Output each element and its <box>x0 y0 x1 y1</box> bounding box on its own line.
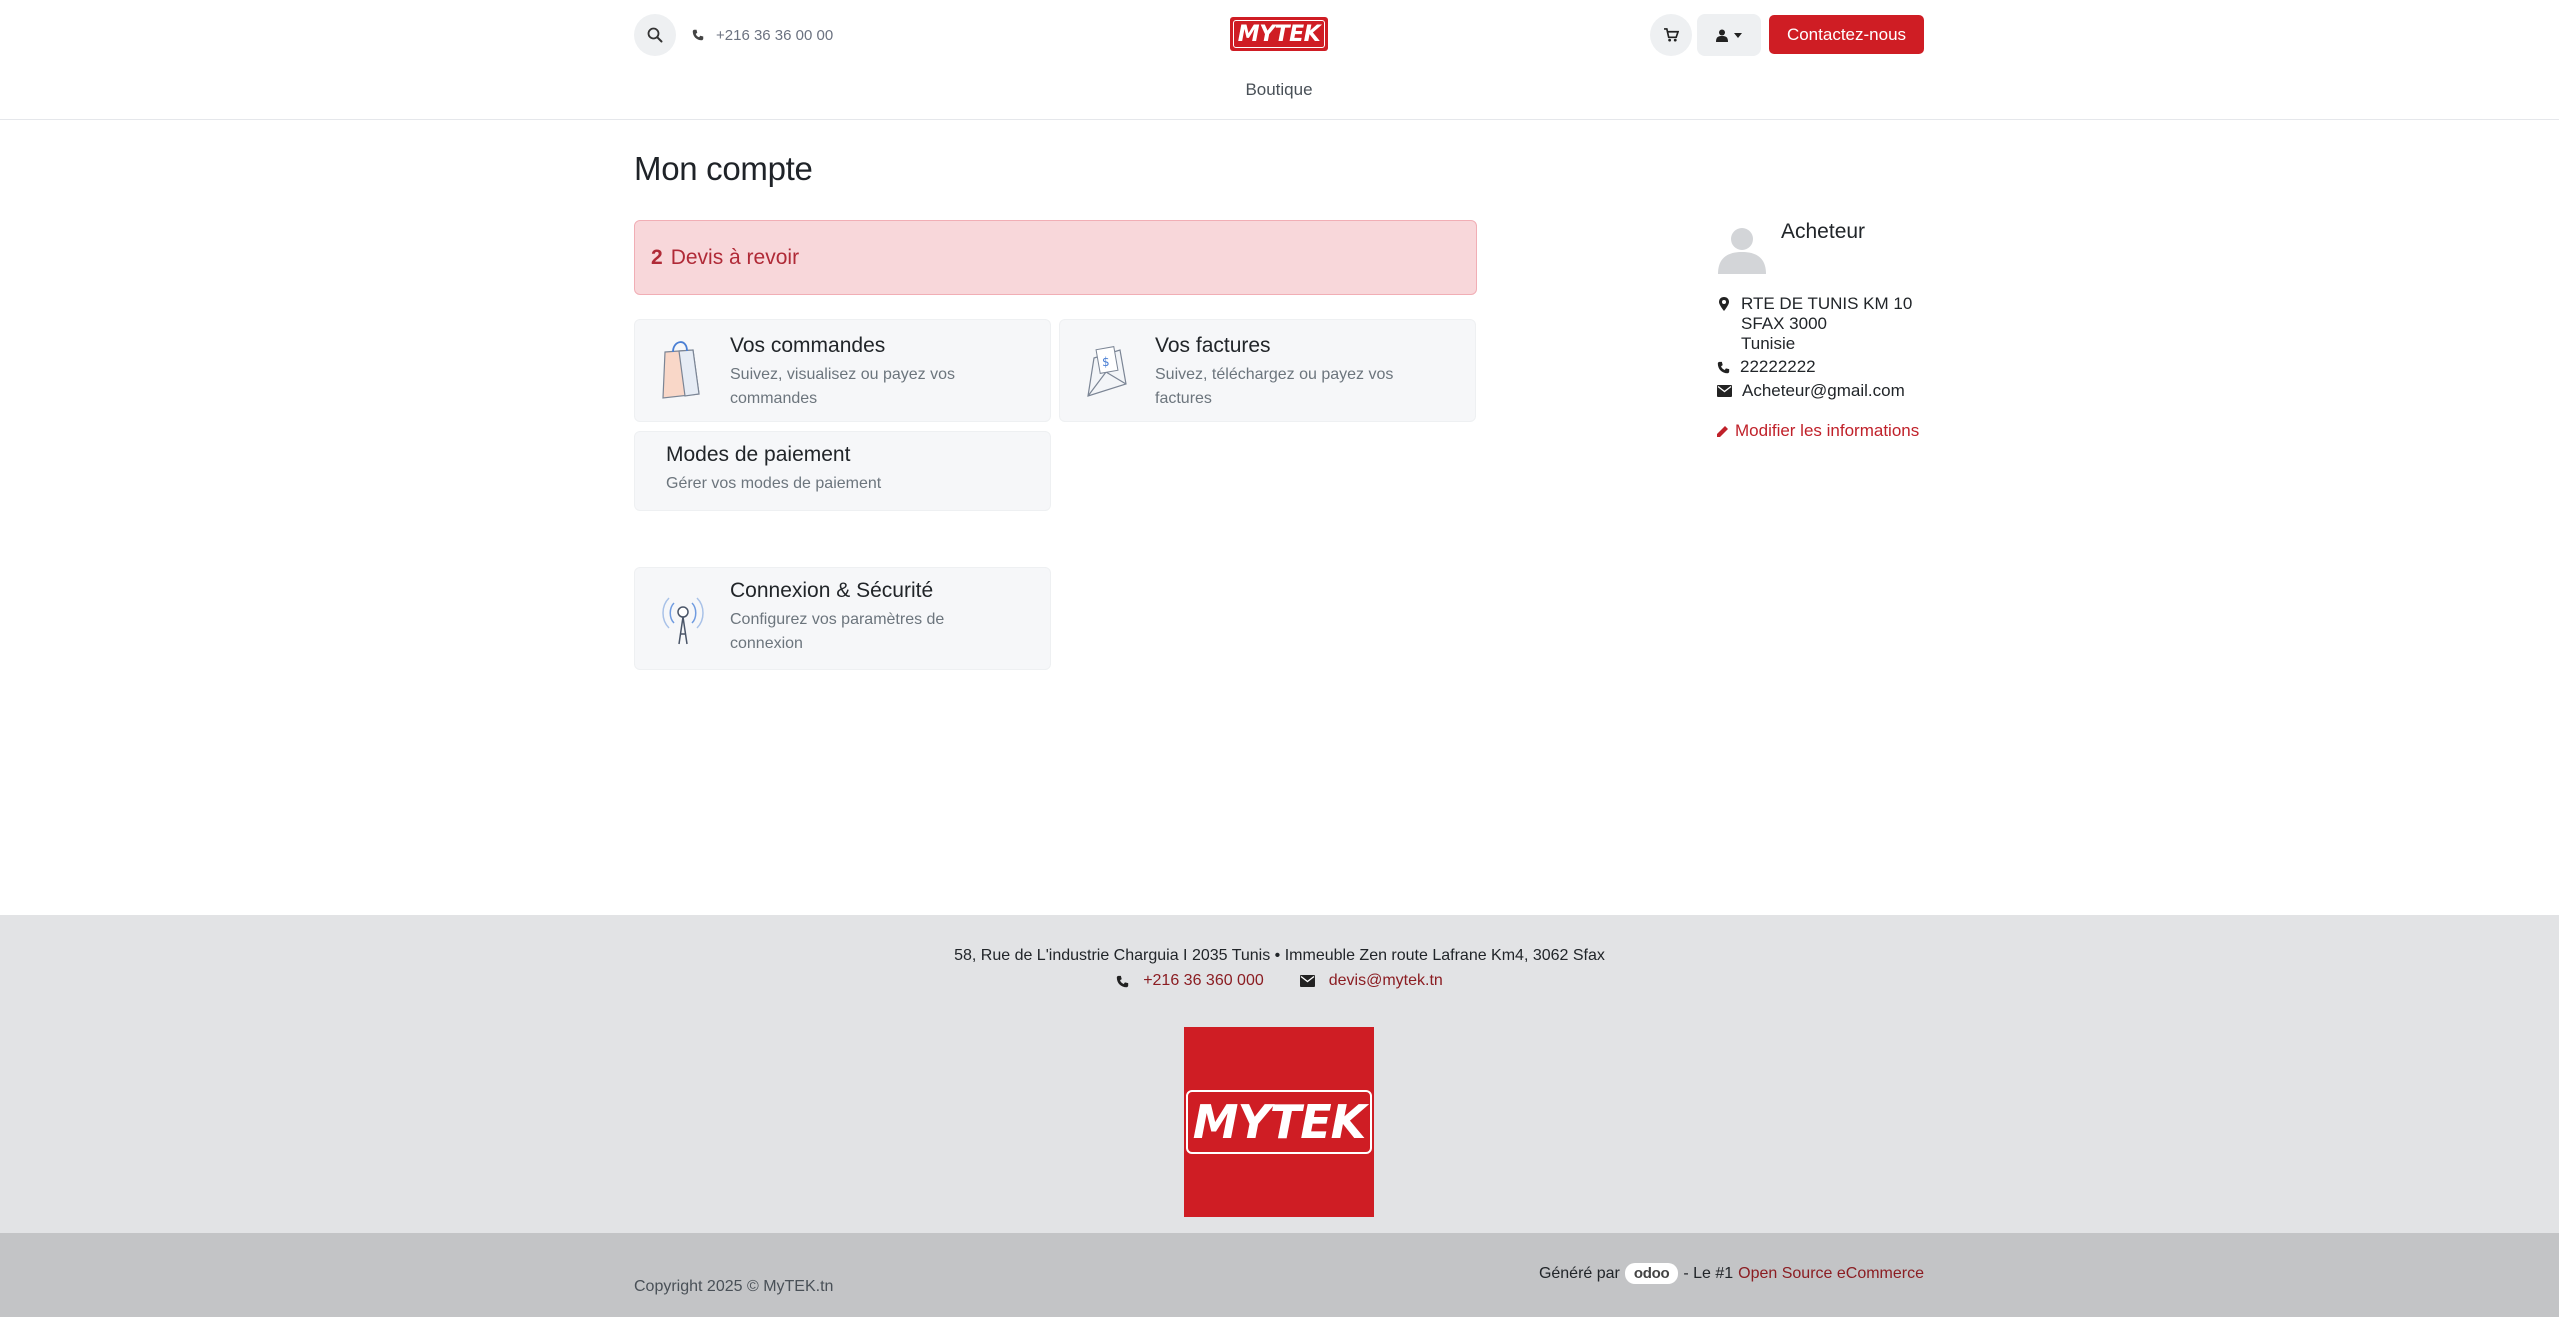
page-title: Mon compte <box>634 150 813 187</box>
antenna-icon <box>662 597 704 645</box>
payment-card-desc: Gérer vos modes de paiement <box>666 475 882 492</box>
payment-card-title: Modes de paiement <box>666 443 851 466</box>
footer-email-text: devis@mytek.tn <box>1328 972 1443 989</box>
phone-icon <box>1117 975 1129 987</box>
footer-logo-text: MYTEK <box>1186 1090 1372 1154</box>
site-header: +216 36 36 00 00 MYTEK Contactez-nous Bo… <box>0 0 2559 120</box>
contact-button[interactable]: Contactez-nous <box>1769 15 1924 54</box>
invoice-envelope-icon: $ <box>1087 346 1127 397</box>
copyright-text: Copyright 2025 © MyTEK.tn <box>634 1278 834 1295</box>
caret-down-icon <box>1734 32 1742 38</box>
odoo-badge[interactable]: odoo <box>1624 1263 1679 1284</box>
search-button[interactable] <box>634 14 676 56</box>
user-address: RTE DE TUNIS KM 10 SFAX 3000 Tunisie <box>1717 294 1912 354</box>
quotes-count: 2 <box>651 245 663 269</box>
payment-methods-card[interactable]: Modes de paiement Gérer vos modes de pai… <box>634 431 1051 511</box>
edit-info-label: Modifier les informations <box>1735 421 1920 440</box>
footer-contacts: +216 36 360 000 devis@mytek.tn <box>0 972 2559 990</box>
security-card-title: Connexion & Sécurité <box>730 579 934 602</box>
quotes-alert[interactable]: 2 Devis à revoir <box>634 220 1477 295</box>
user-phone-text: 22222222 <box>1740 357 1816 376</box>
footer-email-link[interactable]: devis@mytek.tn <box>1299 972 1443 990</box>
phone-icon <box>692 29 704 41</box>
powered-middle: - Le #1 <box>1683 1264 1734 1282</box>
logo-text: MYTEK <box>1233 20 1325 48</box>
address-line-2: SFAX 3000 <box>1741 314 1828 333</box>
user-phone: 22222222 <box>1717 357 1816 377</box>
invoices-card-title: Vos factures <box>1155 334 1271 357</box>
shopping-bag-icon <box>662 341 700 399</box>
cart-icon <box>1663 28 1679 42</box>
footer-phone-text: +216 36 360 000 <box>1143 972 1264 989</box>
nav-item-boutique[interactable]: Boutique <box>1220 80 1338 100</box>
user-name: Acheteur <box>1781 220 1866 243</box>
invoices-card-desc: Suivez, téléchargez ou payez vos facture… <box>1155 366 1394 407</box>
site-footer: 58, Rue de L'industrie Charguia I 2035 T… <box>0 915 2559 1233</box>
header-phone-link[interactable]: +216 36 36 00 00 <box>692 24 833 46</box>
map-marker-icon <box>1719 297 1729 311</box>
phone-icon <box>1717 361 1730 373</box>
envelope-icon <box>1717 385 1732 397</box>
user-email-text: Acheteur@gmail.com <box>1742 381 1905 400</box>
orders-card-title: Vos commandes <box>730 334 886 357</box>
search-icon <box>647 27 663 43</box>
footer-phone-link[interactable]: +216 36 360 000 <box>1116 972 1264 990</box>
user-email: Acheteur@gmail.com <box>1717 381 1905 401</box>
cart-button[interactable] <box>1650 14 1692 56</box>
user-menu-button[interactable] <box>1697 14 1761 56</box>
edit-info-link[interactable]: Modifier les informations <box>1716 421 1919 441</box>
site-logo[interactable]: MYTEK <box>1230 17 1328 51</box>
envelope-icon <box>1299 975 1315 987</box>
address-line-1: RTE DE TUNIS KM 10 <box>1741 294 1913 313</box>
copyright-bar: Copyright 2025 © MyTEK.tn Généré par odo… <box>0 1233 2559 1317</box>
svg-text:$: $ <box>1102 355 1110 369</box>
orders-card-desc: Suivez, visualisez ou payez vos commande… <box>730 366 955 407</box>
invoices-card[interactable]: $ Vos factures Suivez, téléchargez ou pa… <box>1059 319 1476 422</box>
security-card[interactable]: Connexion & Sécurité Configurez vos para… <box>634 567 1051 670</box>
footer-address: 58, Rue de L'industrie Charguia I 2035 T… <box>954 947 1605 964</box>
header-phone-text: +216 36 36 00 00 <box>716 26 834 44</box>
orders-card[interactable]: Vos commandes Suivez, visualisez ou paye… <box>634 319 1051 422</box>
powered-prefix: Généré par <box>1538 1264 1620 1282</box>
powered-by: Généré par odoo - Le #1 Open Source eCom… <box>1539 1263 1924 1284</box>
quotes-label: Devis à revoir <box>670 245 800 269</box>
pencil-icon <box>1717 425 1728 437</box>
user-icon <box>1716 29 1728 42</box>
address-line-3: Tunisie <box>1741 334 1796 353</box>
security-card-desc: Configurez vos paramètres de connexion <box>730 611 945 652</box>
avatar-icon <box>1718 228 1766 274</box>
footer-logo: MYTEK <box>1184 1027 1374 1217</box>
open-source-ecommerce-link[interactable]: Open Source eCommerce <box>1738 1265 1924 1283</box>
